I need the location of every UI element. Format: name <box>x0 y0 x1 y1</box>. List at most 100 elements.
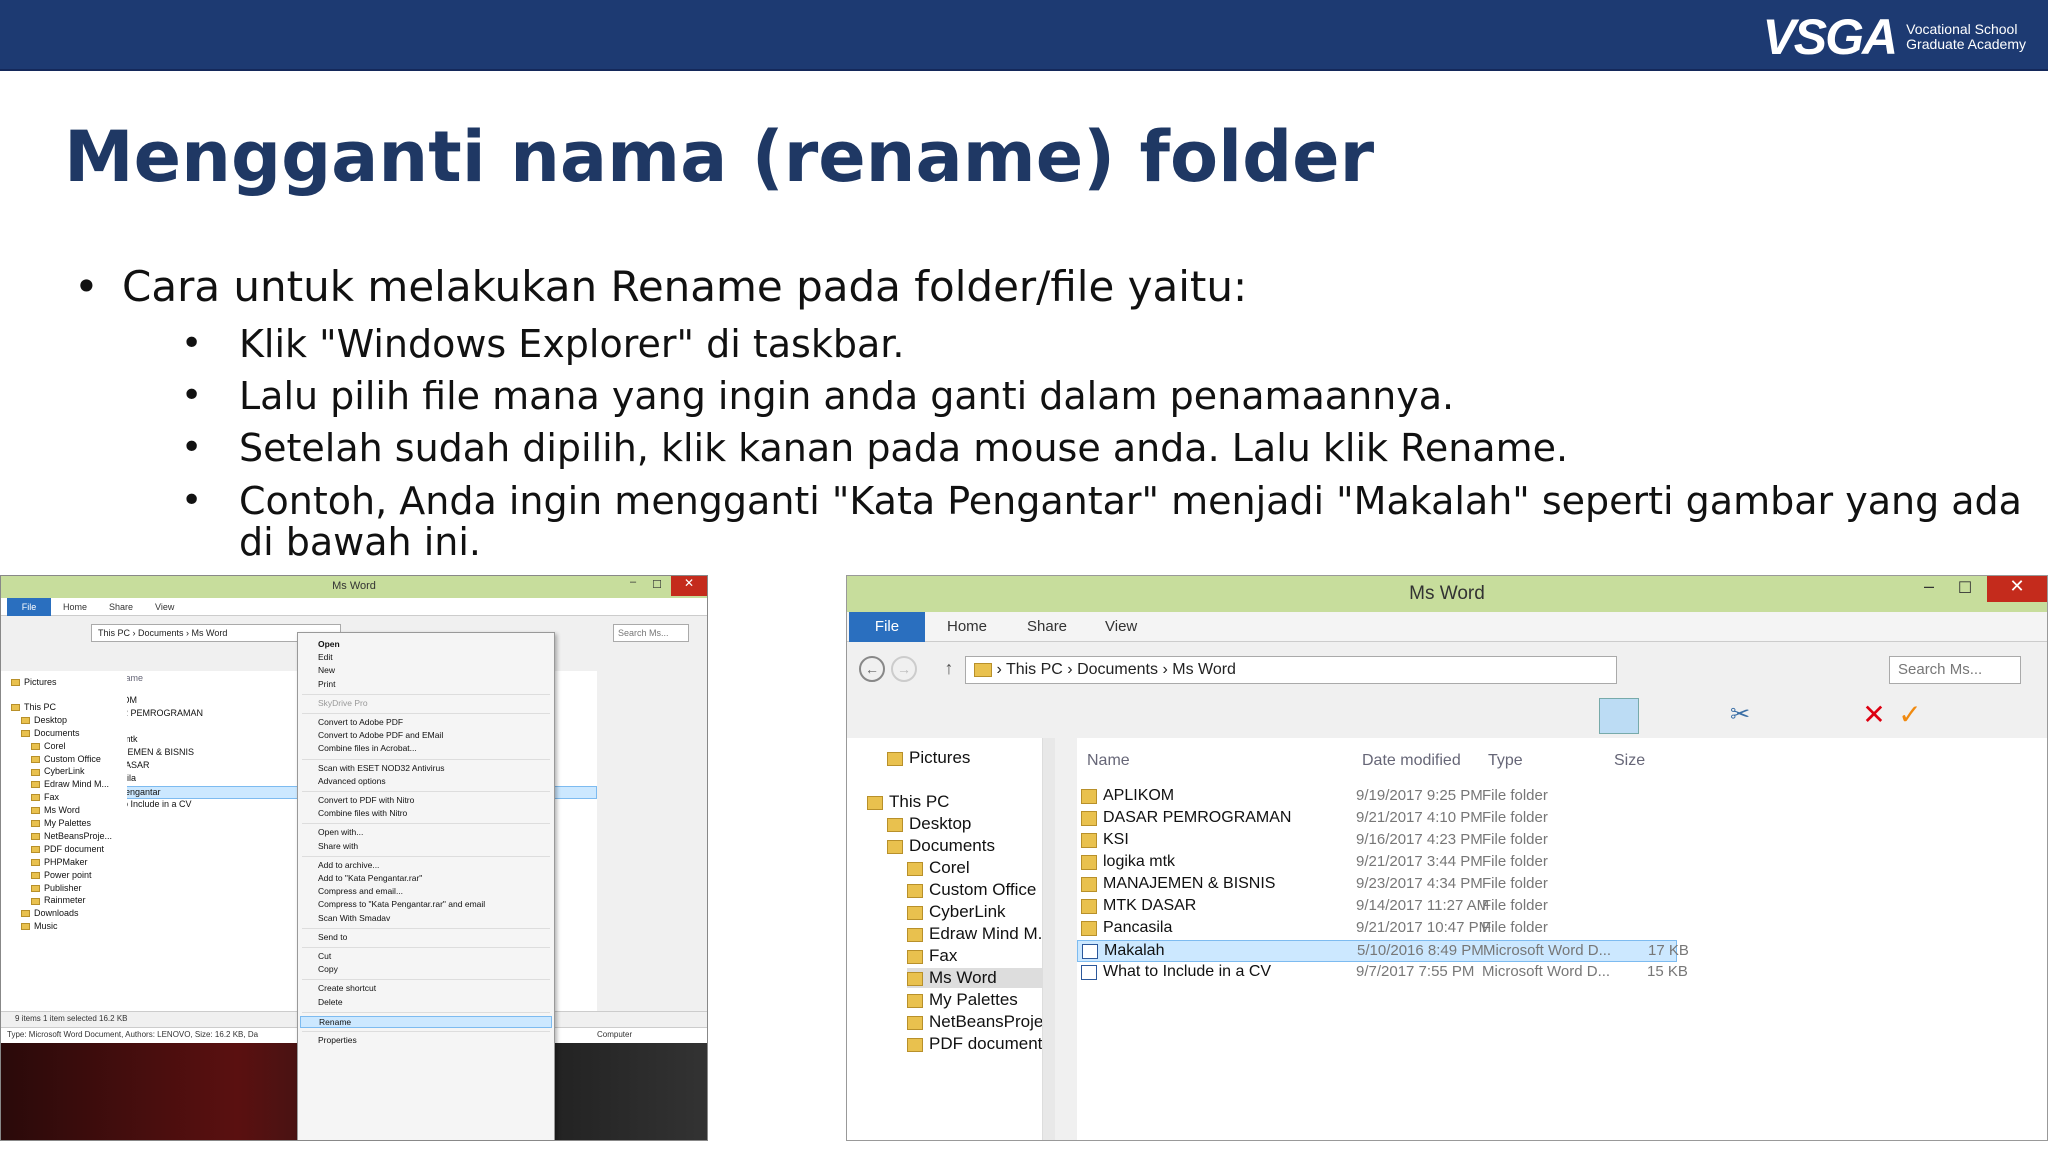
column-name[interactable]: Name <box>127 673 143 683</box>
nav-item[interactable]: PDF document <box>31 844 104 854</box>
nav-item[interactable]: Desktop <box>887 814 971 834</box>
menu-item-add-to-archive[interactable]: Add to archive... <box>318 860 379 870</box>
nav-item[interactable]: Power point <box>31 870 92 880</box>
menu-item-new[interactable]: New <box>318 665 335 675</box>
menu-item-edit[interactable]: Edit <box>318 652 333 662</box>
tab-file[interactable]: File <box>849 612 925 642</box>
file-row[interactable]: Pancasila 9/21/2017 10:47 PM File folder <box>1077 918 1677 940</box>
nav-item[interactable]: NetBeansProje... <box>31 831 112 841</box>
nav-item[interactable]: NetBeansProje... <box>907 1012 1042 1032</box>
nav-item[interactable]: CyberLink <box>907 902 1006 922</box>
nav-scrollbar[interactable] <box>1043 738 1055 1140</box>
menu-item-convert-to-pdf-with-nitro[interactable]: Convert to PDF with Nitro <box>318 795 414 805</box>
tab-file[interactable]: File <box>7 598 51 616</box>
menu-item-properties[interactable]: Properties <box>318 1035 357 1045</box>
menu-item-open-with[interactable]: Open with... <box>318 827 363 837</box>
nav-item[interactable]: PHPMaker <box>31 857 88 867</box>
nav-item[interactable]: Downloads <box>21 908 79 918</box>
nav-item[interactable]: Fax <box>31 792 59 802</box>
tab-view[interactable]: View <box>155 602 174 612</box>
breadcrumb-this-pc[interactable]: This PC <box>1006 661 1063 678</box>
menu-item-delete[interactable]: Delete <box>318 997 343 1007</box>
nav-item[interactable]: PDF document <box>907 1034 1042 1054</box>
search-input[interactable]: Search Ms... <box>1889 656 2021 684</box>
nav-item[interactable]: Ms Word <box>31 805 80 815</box>
nav-item[interactable]: This PC <box>11 702 56 712</box>
menu-item-create-shortcut[interactable]: Create shortcut <box>318 983 376 993</box>
nav-item[interactable]: Documents <box>887 836 995 856</box>
menu-item-convert-to-adobe-pdf-and-email[interactable]: Convert to Adobe PDF and EMail <box>318 730 443 740</box>
file-row[interactable]: MTK DASAR 9/14/2017 11:27 AM File folder <box>1077 896 1677 918</box>
close-icon[interactable]: ✕ <box>671 576 707 596</box>
delete-icon[interactable]: ✕ <box>1859 698 1889 731</box>
up-icon[interactable]: ↑ <box>937 658 961 679</box>
nav-item[interactable]: Publisher <box>31 883 82 893</box>
nav-item[interactable]: Pictures <box>887 748 970 768</box>
menu-item-cut[interactable]: Cut <box>318 951 331 961</box>
file-row[interactable]: KSI 9/16/2017 4:23 PM File folder <box>1077 830 1677 852</box>
nav-item[interactable]: Custom Office <box>31 754 101 764</box>
back-icon[interactable]: ← <box>859 656 885 682</box>
menu-item-add-to-kata-pengantar-rar[interactable]: Add to "Kata Pengantar.rar" <box>318 873 422 883</box>
minimize-icon[interactable]: – <box>621 576 645 588</box>
menu-item-send-to[interactable]: Send to <box>318 932 347 942</box>
file-row[interactable]: MANAJEMEN & BISNIS 9/23/2017 4:34 PM File … <box>1077 874 1677 896</box>
column-name[interactable]: Name <box>1087 752 1130 770</box>
minimize-icon[interactable]: – <box>1911 576 1947 597</box>
nav-item[interactable]: Fax <box>907 946 957 966</box>
menu-item-convert-to-adobe-pdf[interactable]: Convert to Adobe PDF <box>318 717 403 727</box>
forward-icon[interactable]: → <box>891 656 917 682</box>
nav-item[interactable]: Documents <box>21 728 80 738</box>
nav-item[interactable]: Corel <box>31 741 66 751</box>
tab-share[interactable]: Share <box>1027 618 1067 635</box>
nav-item[interactable]: Edraw Mind M... <box>907 924 1042 944</box>
column-date[interactable]: Date modified <box>1362 752 1461 770</box>
menu-item-rename[interactable]: Rename <box>300 1015 552 1028</box>
search-input[interactable]: Search Ms... <box>613 624 689 642</box>
breadcrumb-ms-word[interactable]: Ms Word <box>1172 661 1236 678</box>
file-row[interactable]: APLIKOM 9/19/2017 9:25 PM File folder <box>1077 786 1677 808</box>
nav-item[interactable]: Ms Word <box>907 968 1042 988</box>
maximize-icon[interactable]: ☐ <box>645 578 669 591</box>
nav-item[interactable]: This PC <box>867 792 949 812</box>
menu-item-combine-files-with-nitro[interactable]: Combine files with Nitro <box>318 808 407 818</box>
check-icon[interactable]: ✓ <box>1895 698 1925 731</box>
breadcrumb-documents[interactable]: Documents <box>1077 661 1158 678</box>
nav-item[interactable]: Desktop <box>21 715 67 725</box>
layout-icon[interactable] <box>1599 698 1639 734</box>
file-row[interactable]: Makalah 5/10/2016 8:49 PM Microsoft Word D… <box>1077 940 1689 962</box>
file-row[interactable]: DASAR PEMROGRAMAN 9/21/2017 4:10 PM File f… <box>1077 808 1677 830</box>
close-icon[interactable]: ✕ <box>1987 576 2047 602</box>
menu-item-advanced-options[interactable]: Advanced options <box>318 776 386 786</box>
menu-item-compress-to-kata-pengantar-rar-and-email[interactable]: Compress to "Kata Pengantar.rar" and ema… <box>318 899 485 909</box>
file-row[interactable]: logika mtk 9/21/2017 3:44 PM File folder <box>1077 852 1677 874</box>
column-size[interactable]: Size <box>1614 752 1645 770</box>
nav-item[interactable]: Pictures <box>11 677 57 687</box>
tab-view[interactable]: View <box>1105 618 1137 635</box>
menu-item-copy[interactable]: Copy <box>318 964 338 974</box>
nav-item[interactable]: Rainmeter <box>31 895 86 905</box>
menu-item-share-with[interactable]: Share with <box>318 841 358 851</box>
tab-share[interactable]: Share <box>109 602 133 612</box>
file-row[interactable]: What to Include in a CV 9/7/2017 7:55 PM M… <box>1077 962 1688 984</box>
menu-item-skydrive-pro[interactable]: SkyDrive Pro <box>318 698 368 708</box>
menu-item-compress-and-email[interactable]: Compress and email... <box>318 886 403 896</box>
nav-item[interactable]: Custom Office <box>907 880 1036 900</box>
address-bar[interactable]: › This PC › Documents › Ms Word <box>965 656 1617 684</box>
menu-item-scan-with-eset-nod32-antivirus[interactable]: Scan with ESET NOD32 Antivirus <box>318 763 444 773</box>
maximize-icon[interactable]: ☐ <box>1947 578 1983 598</box>
menu-item-print[interactable]: Print <box>318 679 335 689</box>
nav-item[interactable]: CyberLink <box>31 766 85 776</box>
tab-home[interactable]: Home <box>63 602 87 612</box>
nav-item[interactable]: My Palettes <box>31 818 91 828</box>
tab-home[interactable]: Home <box>947 618 987 635</box>
nav-item[interactable]: Edraw Mind M... <box>31 779 109 789</box>
nav-item[interactable]: My Palettes <box>907 990 1018 1010</box>
nav-item[interactable]: Corel <box>907 858 970 878</box>
menu-item-combine-files-in-acrobat[interactable]: Combine files in Acrobat... <box>318 743 417 753</box>
cut-icon[interactable]: ✂ <box>1727 700 1753 729</box>
nav-item[interactable]: Music <box>21 921 58 931</box>
menu-item-open[interactable]: Open <box>318 639 340 649</box>
menu-item-scan-with-smadav[interactable]: Scan With Smadav <box>318 913 390 923</box>
column-type[interactable]: Type <box>1488 752 1523 770</box>
